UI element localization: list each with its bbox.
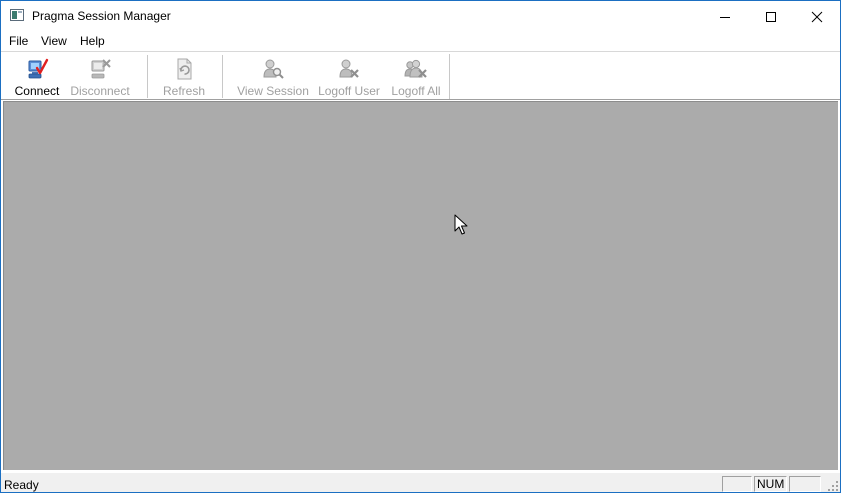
title-bar[interactable]: Pragma Session Manager (1, 1, 840, 32)
close-icon (811, 11, 823, 22)
view-session-icon (263, 59, 284, 79)
menu-view[interactable]: View (39, 34, 69, 48)
status-pane-num: NUM (754, 476, 787, 492)
toolbar-separator (222, 55, 223, 98)
toolbar-separator (147, 55, 148, 98)
status-bar: Ready NUM (1, 472, 840, 492)
logoff-user-label: Logoff User (318, 84, 380, 98)
window-title: Pragma Session Manager (32, 9, 171, 23)
status-pane-caps (722, 476, 752, 492)
logoff-user-icon (339, 59, 359, 78)
status-text: Ready (4, 478, 39, 492)
mouse-cursor-icon (454, 214, 468, 235)
toolbar-end-line (449, 54, 450, 99)
connect-icon (28, 58, 49, 79)
toolbar: Connect Disconnect Refresh View Session … (1, 52, 840, 99)
connect-button[interactable]: Connect (9, 55, 65, 98)
maximize-icon (766, 11, 776, 22)
app-window: Pragma Session Manager File View Help Co… (0, 0, 841, 493)
minimize-icon (720, 16, 730, 18)
status-pane-scroll (789, 476, 821, 492)
refresh-icon (177, 58, 192, 80)
session-view-area[interactable] (3, 101, 838, 470)
disconnect-label: Disconnect (70, 84, 130, 98)
refresh-button[interactable]: Refresh (159, 55, 209, 98)
app-icon[interactable] (10, 9, 24, 21)
resize-grip-icon[interactable] (827, 480, 839, 492)
logoff-all-button[interactable]: Logoff All (387, 55, 445, 98)
maximize-button[interactable] (748, 1, 794, 32)
menu-help[interactable]: Help (78, 34, 107, 48)
connect-label: Connect (14, 84, 60, 98)
logoff-user-button[interactable]: Logoff User (315, 55, 383, 98)
close-button[interactable] (794, 1, 840, 32)
view-session-button[interactable]: View Session (237, 55, 309, 98)
toolbar-divider (1, 99, 840, 100)
view-session-label: View Session (237, 84, 309, 98)
logoff-all-icon (404, 59, 427, 78)
refresh-label: Refresh (162, 84, 206, 98)
minimize-button[interactable] (702, 1, 748, 32)
disconnect-icon (91, 59, 111, 79)
menu-bar: File View Help (1, 32, 840, 51)
logoff-all-label: Logoff All (391, 84, 441, 98)
disconnect-button[interactable]: Disconnect (67, 55, 133, 98)
menu-file[interactable]: File (7, 34, 30, 48)
